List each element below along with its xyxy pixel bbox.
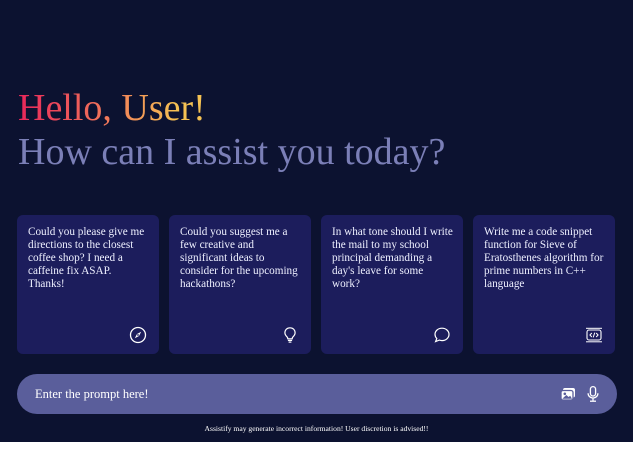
suggestion-cards: Could you please give me directions to t… — [17, 215, 617, 355]
chat-bubble-icon — [433, 326, 451, 344]
suggestion-card-text: Could you please give me directions to t… — [28, 226, 145, 290]
suggestion-card-mail[interactable]: In what tone should I write the mail to … — [321, 215, 463, 354]
suggestion-card-text: Write me a code snippet function for Sie… — [484, 226, 604, 290]
greeting-subtitle: How can I assist you today? — [18, 131, 446, 173]
assistant-home: Hello, User! How can I assist you today?… — [0, 0, 633, 442]
disclaimer-text: Assistify may generate incorrect informa… — [204, 424, 429, 433]
suggestion-card-coffee[interactable]: Could you please give me directions to t… — [17, 215, 159, 354]
suggestion-card-text: In what tone should I write the mail to … — [332, 226, 453, 290]
suggestion-card-hackathon[interactable]: Could you suggest me a few creative and … — [169, 215, 311, 354]
prompt-input[interactable] — [35, 374, 535, 414]
lightbulb-icon — [281, 326, 299, 344]
prompt-bar — [17, 374, 617, 414]
suggestion-card-code[interactable]: Write me a code snippet function for Sie… — [473, 215, 615, 354]
code-icon — [585, 326, 603, 344]
greeting-title: Hello, User! — [18, 87, 206, 129]
compass-icon — [129, 326, 147, 344]
suggestion-card-text: Could you suggest me a few creative and … — [180, 226, 298, 290]
gallery-icon[interactable] — [559, 385, 577, 403]
microphone-icon[interactable] — [584, 385, 602, 403]
